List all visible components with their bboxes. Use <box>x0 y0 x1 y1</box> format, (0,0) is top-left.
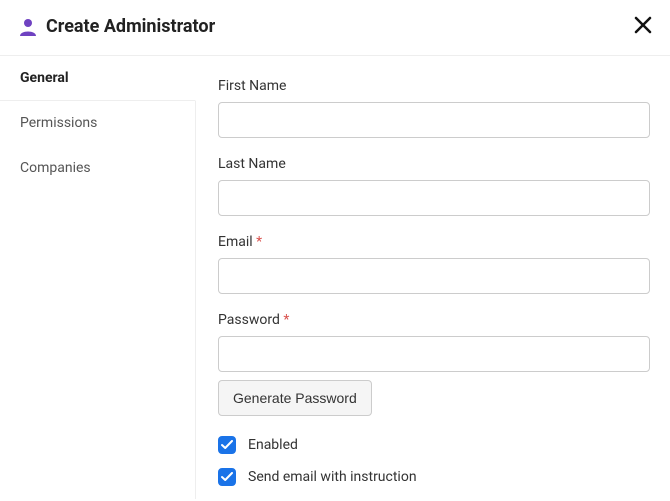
tab-general[interactable]: General <box>0 55 196 101</box>
dialog-body: General Permissions Companies First Name… <box>0 56 670 499</box>
close-icon[interactable] <box>634 14 652 38</box>
checkbox-enabled-row: Enabled <box>218 436 650 454</box>
email-label: Email * <box>218 234 650 250</box>
person-icon <box>20 18 36 36</box>
password-label: Password * <box>218 312 650 328</box>
dialog-header: Create Administrator <box>0 0 670 56</box>
tab-label: Permissions <box>20 115 97 131</box>
last-name-label: Last Name <box>218 156 650 172</box>
send-email-label: Send email with instruction <box>248 469 417 485</box>
tabs-list: General Permissions Companies <box>0 55 196 499</box>
field-email: Email * <box>218 234 650 294</box>
generate-password-button[interactable]: Generate Password <box>218 380 372 416</box>
tab-label: General <box>20 70 69 86</box>
field-password: Password * Generate Password <box>218 312 650 416</box>
last-name-input[interactable] <box>218 180 650 216</box>
tab-label: Companies <box>20 160 91 176</box>
form-general: First Name Last Name Email * Password * … <box>196 56 670 499</box>
enabled-checkbox[interactable] <box>218 436 236 454</box>
dialog-title: Create Administrator <box>46 16 215 37</box>
tab-permissions[interactable]: Permissions <box>0 101 195 146</box>
field-last-name: Last Name <box>218 156 650 216</box>
checkbox-send-email-row: Send email with instruction <box>218 468 650 486</box>
first-name-label: First Name <box>218 78 650 94</box>
send-email-checkbox[interactable] <box>218 468 236 486</box>
email-label-text: Email <box>218 234 253 250</box>
password-input[interactable] <box>218 336 650 372</box>
check-icon <box>221 472 233 482</box>
email-input[interactable] <box>218 258 650 294</box>
check-icon <box>221 440 233 450</box>
required-mark: * <box>256 234 262 250</box>
field-first-name: First Name <box>218 78 650 138</box>
password-label-text: Password <box>218 312 280 328</box>
required-mark: * <box>283 312 289 328</box>
enabled-label: Enabled <box>248 437 298 453</box>
tab-companies[interactable]: Companies <box>0 146 195 191</box>
first-name-input[interactable] <box>218 102 650 138</box>
button-label: Generate Password <box>233 390 357 406</box>
